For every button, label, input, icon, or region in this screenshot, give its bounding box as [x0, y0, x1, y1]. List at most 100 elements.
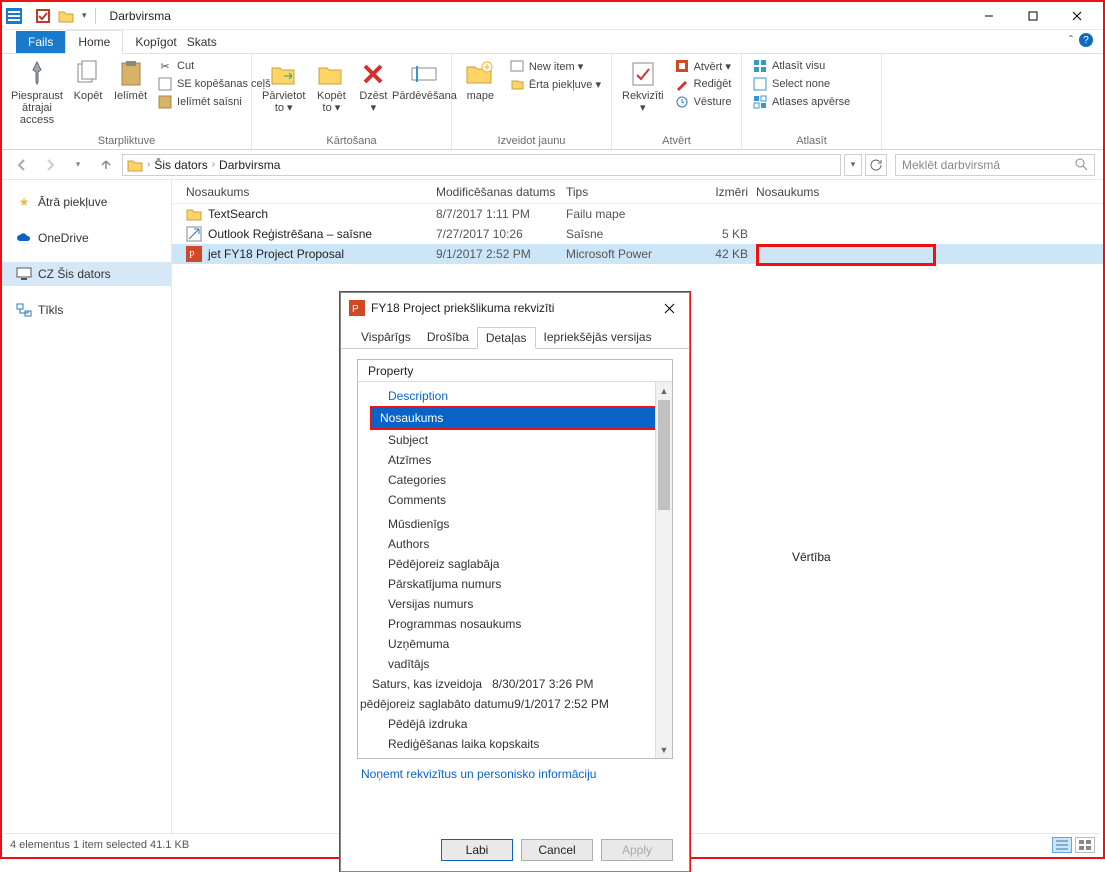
select-none-button[interactable]: Select none [752, 76, 850, 92]
ribbon: Piespraust ātrajai access Kopēt Ielīmēt … [2, 54, 1103, 150]
maximize-button[interactable] [1011, 2, 1055, 30]
sidebar-item-quick-access[interactable]: ★Ātrā piekļuve [2, 190, 171, 214]
scroll-thumb[interactable] [658, 400, 670, 510]
qat-dropdown-icon[interactable]: ▾ [82, 10, 87, 21]
properties-list[interactable]: Property Description Nosaukums Subject A… [357, 359, 673, 759]
property-column-header[interactable]: Property [358, 360, 672, 382]
icons-view-button[interactable] [1075, 837, 1095, 853]
new-folder-button[interactable]: mape [462, 58, 499, 102]
prop-manager[interactable]: vadītājs [358, 654, 672, 674]
prop-date-saved[interactable]: pēdējoreiz saglabāto datumu9/1/2017 2:52… [358, 694, 672, 714]
properties-icon [627, 58, 659, 90]
copy-to-button[interactable]: Kopēt to ▾ [315, 58, 347, 114]
rename-button[interactable]: Pārdēvēšana [399, 58, 449, 102]
group-label-clipboard: Starpliktuve [12, 135, 241, 147]
open-button[interactable]: Atvērt ▾ [674, 58, 732, 74]
prop-content-created[interactable]: Saturs, kas izveidoja 8/30/2017 3:26 PM [358, 674, 672, 694]
tab-file[interactable]: Fails [16, 31, 65, 53]
col-name[interactable]: Nosaukums [186, 185, 436, 199]
properties-dialog: P FY18 Project priekšlikuma rekvizīti Vi… [340, 292, 690, 872]
group-label-organize: Kārtošana [262, 135, 441, 147]
breadcrumb-pc[interactable]: Šis dators [154, 158, 207, 172]
delete-button[interactable]: Dzēst ▾ [357, 58, 389, 114]
col-type[interactable]: Tips [566, 185, 686, 199]
dialog-close-button[interactable] [657, 296, 681, 320]
new-item-button[interactable]: New item ▾ [509, 58, 601, 74]
tab-home[interactable]: Home [65, 30, 123, 54]
select-all-button[interactable]: Atlasīt visu [752, 58, 850, 74]
refresh-button[interactable] [865, 154, 887, 176]
dialog-title: FY18 Project priekšlikuma rekvizīti [371, 301, 554, 315]
qat-folder-icon[interactable] [58, 9, 74, 23]
prop-revision[interactable]: Pārskatījuma numurs [358, 574, 672, 594]
select-all-icon [752, 58, 768, 74]
col-modified[interactable]: Modificēšanas datums [436, 185, 566, 199]
dialog-tab-security[interactable]: Drošība [419, 327, 477, 348]
scroll-up-icon[interactable]: ▲ [656, 382, 672, 399]
copy-to-icon [315, 58, 347, 90]
prop-last-printed[interactable]: Pēdējā izdruka [358, 714, 672, 734]
dialog-ok-button[interactable]: Labi [441, 839, 513, 861]
dialog-apply-button[interactable]: Apply [601, 839, 673, 861]
column-headers[interactable]: Nosaukums Modificēšanas datums Tips Izmē… [172, 180, 1103, 204]
prop-edit-time[interactable]: Rediģēšanas laika kopskaits [358, 734, 672, 754]
dialog-cancel-button[interactable]: Cancel [521, 839, 593, 861]
file-row[interactable]: TextSearch 8/7/2017 1:11 PM Failu mape [172, 204, 1103, 224]
minimize-button[interactable] [967, 2, 1011, 30]
prop-comments[interactable]: Comments [358, 490, 672, 510]
prop-version[interactable]: Versijas numurs [358, 594, 672, 614]
group-label-select: Atlasīt [752, 135, 871, 147]
properties-scrollbar[interactable]: ▲ ▼ [655, 382, 672, 758]
col-size[interactable]: Izmēri [686, 185, 756, 199]
prop-subject[interactable]: Subject [358, 430, 672, 450]
invert-selection-button[interactable]: Atlases apvērse [752, 94, 850, 110]
prop-company[interactable]: Uzņēmuma [358, 634, 672, 654]
prop-last-saved-by[interactable]: Pēdējoreiz saglabāja [358, 554, 672, 574]
folder-icon [127, 158, 143, 172]
breadcrumb[interactable]: › Šis dators › Darbvirsma [122, 154, 841, 176]
dialog-tab-general[interactable]: Vispārīgs [353, 327, 419, 348]
easy-access-button[interactable]: Ērta piekļuve ▾ [509, 76, 601, 92]
search-input[interactable]: Meklēt darbvirsmā [895, 154, 1095, 176]
copy-button[interactable]: Kopēt [72, 58, 104, 102]
recent-button[interactable]: ▾ [66, 153, 90, 177]
prop-tags[interactable]: Atzīmes [358, 450, 672, 470]
tab-view[interactable]: Skats [175, 31, 229, 53]
collapse-ribbon-icon[interactable]: ˆ [1069, 33, 1073, 47]
edit-button[interactable]: Rediģēt [674, 76, 732, 92]
scroll-down-icon[interactable]: ▼ [656, 741, 672, 758]
ribbon-tabs: Fails Home Kopīgot Skats ˆ ? [2, 30, 1103, 54]
breadcrumb-desktop[interactable]: Darbvirsma [219, 158, 280, 172]
details-view-button[interactable] [1052, 837, 1072, 853]
up-button[interactable] [94, 153, 118, 177]
sidebar-item-this-pc[interactable]: CZ Šis dators [2, 262, 171, 286]
back-button[interactable] [10, 153, 34, 177]
window-title: Darbvirsma [110, 9, 171, 23]
history-button[interactable]: Vēsture [674, 94, 732, 110]
prop-program[interactable]: Programmas nosaukums [358, 614, 672, 634]
dialog-tab-details[interactable]: Detaļas [477, 327, 536, 349]
forward-button[interactable] [38, 153, 62, 177]
prop-authors[interactable]: Authors [358, 534, 672, 554]
file-row[interactable]: Outlook Reģistrēšana – saīsne 7/27/2017 … [172, 224, 1103, 244]
pin-icon [21, 58, 53, 90]
qat-props-icon[interactable] [36, 9, 50, 23]
prop-title-selected[interactable]: Nosaukums [370, 406, 668, 430]
move-to-button[interactable]: Pārvietot to ▾ [262, 58, 305, 114]
breadcrumb-dropdown[interactable]: ▾ [844, 154, 862, 176]
sidebar-item-onedrive[interactable]: OneDrive [2, 226, 171, 250]
help-icon[interactable]: ? [1079, 33, 1093, 47]
remove-properties-link[interactable]: Noņemt rekvizītus un personisko informāc… [357, 759, 673, 783]
value-label: Vērtība [792, 550, 831, 564]
nav-sidebar: ★Ātrā piekļuve OneDrive CZ Šis dators Tī… [2, 180, 172, 835]
sidebar-item-network[interactable]: Tīkls [2, 298, 171, 322]
pin-quick-access-button[interactable]: Piespraust ātrajai access [12, 58, 62, 126]
close-button[interactable] [1055, 2, 1099, 30]
dialog-tab-previous[interactable]: Iepriekšējās versijas [536, 327, 660, 348]
paste-button[interactable]: Ielīmēt [114, 58, 147, 102]
file-row-selected[interactable]: Pjet FY18 Project Proposal 9/1/2017 2:52… [172, 244, 1103, 264]
col-name2[interactable]: Nosaukums [756, 185, 936, 199]
properties-button[interactable]: Rekvizīti ▾ [622, 58, 664, 114]
pc-icon [16, 266, 32, 282]
prop-categories[interactable]: Categories [358, 470, 672, 490]
